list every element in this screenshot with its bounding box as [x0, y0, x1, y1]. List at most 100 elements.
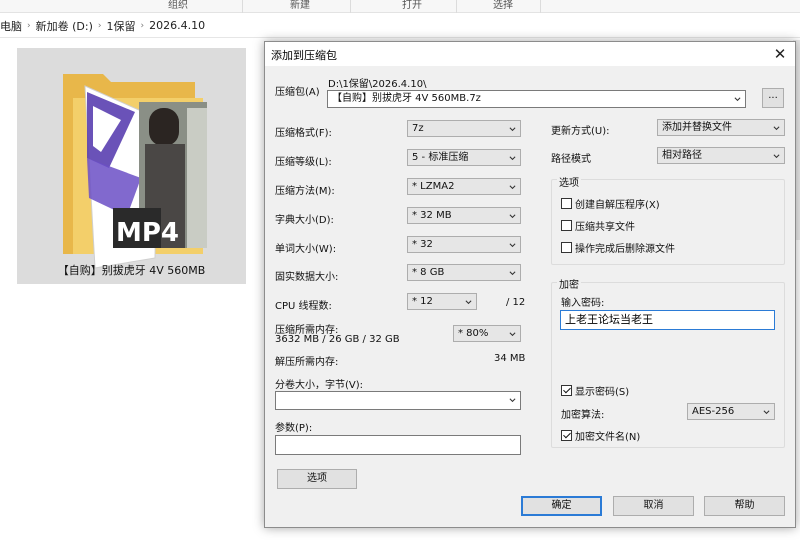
- breadcrumb-drive-d[interactable]: 新加卷 (D:): [31, 18, 98, 34]
- ok-button[interactable]: 确定: [521, 496, 602, 516]
- chevron-down-icon: [509, 185, 516, 190]
- method-select[interactable]: * LZMA2: [407, 178, 521, 195]
- chevron-down-icon: [509, 214, 516, 219]
- dialog-title: 添加到压缩包: [271, 49, 337, 62]
- mp4-badge: MP4: [116, 218, 179, 248]
- chevron-down-icon: [509, 398, 516, 403]
- checkbox-box-checked: [561, 430, 572, 441]
- cpu-label: CPU 线程数:: [275, 301, 332, 312]
- video-folder-thumbnail: MP4: [63, 74, 207, 269]
- word-value: * 32: [412, 239, 433, 250]
- chevron-down-icon: [773, 126, 780, 131]
- path-mode-value: 相对路径: [662, 150, 702, 161]
- word-label: 单词大小(W):: [275, 244, 337, 255]
- chevron-down-icon: [773, 154, 780, 159]
- options-button[interactable]: 选项: [277, 469, 357, 489]
- update-mode-value: 添加并替换文件: [662, 122, 732, 133]
- delete-after-checkbox[interactable]: 操作完成后删除源文件: [561, 240, 675, 255]
- password-label: 输入密码:: [561, 298, 605, 309]
- file-name: 【自购】别拔虎牙 4V 560MB: [57, 264, 206, 277]
- encrypt-names-checkbox[interactable]: 加密文件名(N): [561, 428, 640, 443]
- encryption-method-select[interactable]: AES-256: [687, 403, 775, 420]
- chevron-down-icon: [465, 300, 472, 305]
- dict-value: * 32 MB: [412, 210, 452, 221]
- divider: [350, 0, 351, 13]
- options-group-title: 选项: [557, 174, 581, 189]
- ribbon-group-new: 新建: [290, 0, 310, 11]
- show-password-label: 显示密码(S): [575, 387, 630, 398]
- update-mode-select[interactable]: 添加并替换文件: [657, 119, 785, 136]
- ribbon-group-open: 打开: [402, 0, 422, 11]
- level-select[interactable]: 5 - 标准压缩: [407, 149, 521, 166]
- dict-select[interactable]: * 32 MB: [407, 207, 521, 224]
- cpu-max: / 12: [506, 297, 526, 308]
- format-value: 7z: [412, 123, 424, 134]
- chevron-down-icon: [509, 127, 516, 132]
- sfx-label: 创建自解压程序(X): [575, 200, 660, 211]
- ribbon-group-bar: 组织 新建 打开 选择: [0, 0, 800, 13]
- browse-button[interactable]: ...: [762, 88, 784, 108]
- breadcrumb-folder-date[interactable]: 2026.4.10: [144, 19, 210, 32]
- divider: [540, 0, 541, 13]
- word-select[interactable]: * 32: [407, 236, 521, 253]
- password-input[interactable]: 上老王论坛当老王: [560, 310, 775, 330]
- ribbon-group-select: 选择: [493, 0, 513, 11]
- encryption-group-title: 加密: [557, 276, 581, 291]
- chevron-down-icon: [763, 410, 770, 415]
- sfx-checkbox[interactable]: 创建自解压程序(X): [561, 196, 660, 211]
- path-mode-select[interactable]: 相对路径: [657, 147, 785, 164]
- shared-files-checkbox[interactable]: 压缩共享文件: [561, 218, 635, 233]
- update-mode-label: 更新方式(U):: [551, 126, 610, 137]
- chevron-down-icon: [509, 156, 516, 161]
- breadcrumb-folder-1[interactable]: 1保留: [101, 18, 140, 34]
- unmem-value: 34 MB: [494, 353, 526, 364]
- cpu-threads-select[interactable]: * 12: [407, 293, 477, 310]
- chevron-down-icon: [509, 243, 516, 248]
- solid-label: 固实数据大小:: [275, 272, 339, 283]
- method-value: * LZMA2: [412, 181, 455, 192]
- solid-select[interactable]: * 8 GB: [407, 264, 521, 281]
- delete-after-label: 操作完成后删除源文件: [575, 244, 675, 255]
- mem-value: * 80%: [458, 328, 489, 339]
- volume-size-combobox[interactable]: [275, 391, 521, 410]
- help-button[interactable]: 帮助: [704, 496, 785, 516]
- breadcrumb: 电脑 › 新加卷 (D:) › 1保留 › 2026.4.10: [0, 14, 800, 38]
- format-select[interactable]: 7z: [407, 120, 521, 137]
- chevron-down-icon: [734, 97, 741, 102]
- dict-label: 字典大小(D):: [275, 215, 334, 226]
- file-item[interactable]: MP4 【自购】别拔虎牙 4V 560MB: [17, 48, 246, 284]
- breadcrumb-this-pc[interactable]: 电脑: [0, 18, 27, 34]
- format-label: 压缩格式(F):: [275, 128, 332, 139]
- ribbon-group-organize: 组织: [168, 0, 188, 11]
- solid-value: * 8 GB: [412, 267, 445, 278]
- divider: [456, 0, 457, 13]
- mem-detail: 3632 MB / 26 GB / 32 GB: [275, 334, 400, 345]
- unmem-label: 解压所需内存:: [275, 357, 339, 368]
- dialog-titlebar[interactable]: 添加到压缩包 ✕: [265, 42, 795, 66]
- checkbox-box: [561, 242, 572, 253]
- checkbox-box: [561, 198, 572, 209]
- method-label: 压缩方法(M):: [275, 186, 335, 197]
- divider: [242, 0, 243, 13]
- params-input[interactable]: [275, 435, 521, 455]
- chevron-down-icon: [509, 332, 516, 337]
- encryption-method-label: 加密算法:: [561, 410, 605, 421]
- mem-usage-select[interactable]: * 80%: [453, 325, 521, 342]
- add-to-archive-dialog: 添加到压缩包 ✕ 压缩包(A) D:\1保留\2026.4.10\ 【自购】别拔…: [264, 41, 796, 528]
- archive-path: D:\1保留\2026.4.10\: [328, 79, 427, 90]
- cancel-button[interactable]: 取消: [613, 496, 694, 516]
- checkbox-box: [561, 220, 572, 231]
- encryption-method-value: AES-256: [692, 406, 735, 417]
- close-icon[interactable]: ✕: [769, 43, 791, 65]
- show-password-checkbox[interactable]: 显示密码(S): [561, 383, 629, 398]
- path-mode-label: 路径模式: [551, 154, 591, 165]
- params-label: 参数(P):: [275, 423, 313, 434]
- level-value: 5 - 标准压缩: [412, 152, 469, 163]
- chevron-down-icon: [509, 271, 516, 276]
- level-label: 压缩等级(L):: [275, 157, 332, 168]
- archive-name-value: 【自购】别拔虎牙 4V 560MB.7z: [332, 93, 481, 104]
- archive-label: 压缩包(A): [275, 87, 320, 98]
- encrypt-names-label: 加密文件名(N): [575, 432, 641, 443]
- archive-name-combobox[interactable]: 【自购】别拔虎牙 4V 560MB.7z: [327, 90, 746, 108]
- cpu-value: * 12: [412, 296, 433, 307]
